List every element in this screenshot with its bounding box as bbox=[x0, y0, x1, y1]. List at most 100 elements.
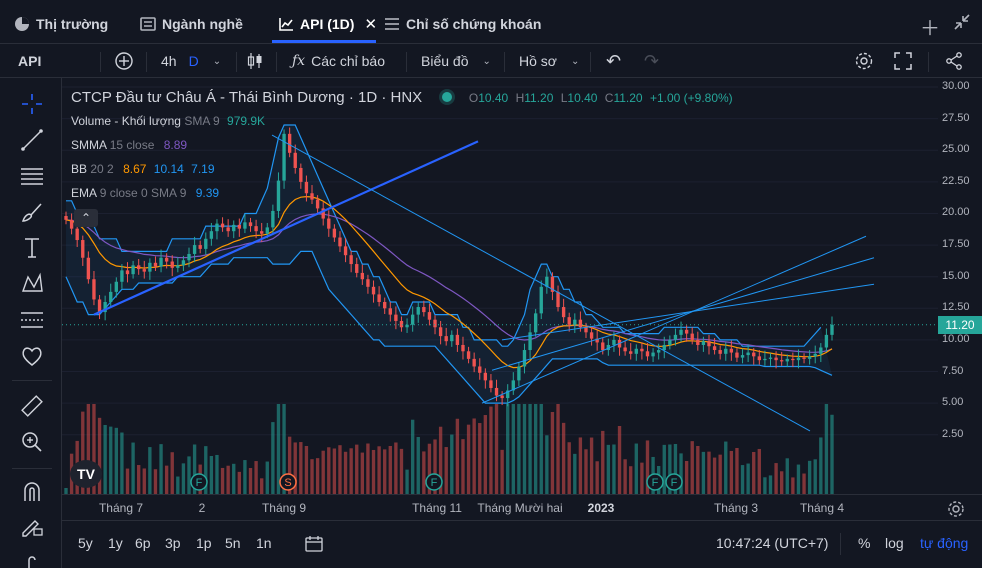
legend-bb[interactable]: BB 20 2 8.67 10.14 7.19 bbox=[71, 162, 215, 176]
legend-volume[interactable]: Volume - Khối lượng SMA 9 979.9K bbox=[71, 114, 265, 128]
volume-bar bbox=[142, 468, 146, 494]
candlestick-icon bbox=[247, 53, 262, 69]
collapse-icon[interactable] bbox=[952, 12, 972, 32]
close-icon[interactable]: ✕ bbox=[364, 15, 377, 33]
volume-bar bbox=[752, 452, 756, 494]
share-button[interactable] bbox=[944, 44, 964, 78]
candle bbox=[824, 334, 829, 348]
candle bbox=[433, 319, 437, 328]
price-chart[interactable]: FSFFF bbox=[62, 78, 938, 494]
brush-tool[interactable] bbox=[16, 198, 48, 226]
magnet-tool[interactable] bbox=[16, 478, 48, 506]
range-button-6p[interactable]: 6p bbox=[135, 535, 151, 551]
percent-scale-toggle[interactable]: % bbox=[858, 535, 870, 551]
chart-icon bbox=[279, 18, 293, 31]
indicators-button[interactable]: ƒx Các chỉ báo bbox=[292, 44, 385, 78]
more-tools[interactable] bbox=[16, 546, 48, 568]
horizontal-lines-tool[interactable] bbox=[16, 162, 48, 190]
candle bbox=[729, 348, 734, 353]
favorites-tool[interactable] bbox=[16, 342, 48, 370]
volume-bar bbox=[522, 404, 527, 494]
settings-button[interactable] bbox=[854, 44, 874, 78]
range-button-3p[interactable]: 3p bbox=[165, 535, 181, 551]
undo-button[interactable]: ↶ bbox=[606, 44, 621, 78]
text-tool[interactable] bbox=[16, 234, 48, 262]
time-axis[interactable]: Tháng 7 2 Tháng 9 Tháng 11 Tháng Mười hai 202… bbox=[62, 494, 982, 520]
candle bbox=[427, 312, 432, 320]
candle bbox=[114, 281, 118, 292]
profile-button[interactable]: Hồ sơ ⌄ bbox=[519, 44, 579, 78]
date-range-icon[interactable] bbox=[304, 535, 324, 553]
volume-bar bbox=[176, 476, 180, 494]
price-axis[interactable]: 30.00 27.50 25.00 22.50 20.00 17.50 15.00 12.50… bbox=[938, 78, 982, 494]
range-button-5n[interactable]: 5n bbox=[225, 535, 241, 551]
chevron-down-icon[interactable]: ⌄ bbox=[213, 56, 221, 67]
interval-4h[interactable]: 4h bbox=[161, 53, 177, 69]
range-button-1n[interactable]: 1n bbox=[256, 535, 272, 551]
tradingview-logo[interactable]: TV bbox=[70, 460, 102, 488]
candle bbox=[740, 355, 745, 358]
collapse-legend-button[interactable]: ⌃ bbox=[74, 209, 98, 227]
legend-ema[interactable]: EMA 9 close 0 SMA 9 9.39 bbox=[71, 186, 219, 200]
clock-display[interactable]: 10:47:24 (UTC+7) bbox=[716, 535, 828, 551]
chart-toolbar: API 4h D ⌄ ƒx Các chỉ báo Biểu đồ ⌄ Hồ s… bbox=[0, 44, 982, 78]
tab-industry[interactable]: Ngành nghề bbox=[140, 12, 243, 36]
volume-bar bbox=[232, 463, 236, 494]
candle bbox=[92, 279, 96, 300]
event-marker-label: F bbox=[652, 477, 659, 489]
volume-bar bbox=[511, 404, 515, 494]
volume-bar bbox=[567, 442, 571, 494]
candle bbox=[612, 339, 616, 345]
volume-bar bbox=[494, 404, 499, 494]
measure-tool[interactable] bbox=[16, 392, 48, 420]
redo-button[interactable]: ↷ bbox=[644, 44, 659, 78]
crosshair-tool[interactable] bbox=[16, 90, 48, 118]
pie-chart-icon bbox=[15, 17, 29, 31]
drawing-toolbar bbox=[0, 78, 62, 568]
fullscreen-button[interactable] bbox=[893, 44, 913, 78]
volume-bar bbox=[735, 448, 739, 494]
lock-drawings-tool[interactable] bbox=[16, 512, 48, 540]
tab-stock-index[interactable]: Chỉ số chứng khoán bbox=[384, 12, 541, 36]
price-tick-label: 30.00 bbox=[942, 80, 970, 93]
pattern-tool[interactable] bbox=[16, 270, 48, 298]
candle bbox=[310, 193, 314, 200]
volume-bar bbox=[120, 432, 124, 494]
interval-d[interactable]: D bbox=[189, 53, 199, 69]
add-tab-icon[interactable]: ＋ bbox=[920, 12, 940, 41]
range-button-1p[interactable]: 1p bbox=[196, 535, 212, 551]
candle bbox=[360, 272, 365, 280]
trendline-tool[interactable] bbox=[16, 126, 48, 154]
auto-scale-toggle[interactable]: tự động bbox=[920, 535, 968, 551]
candle bbox=[232, 224, 236, 232]
candle bbox=[254, 226, 258, 232]
volume-bar bbox=[343, 451, 348, 494]
candle bbox=[752, 352, 756, 357]
range-button-1y[interactable]: 1y bbox=[108, 535, 123, 551]
candle bbox=[517, 366, 521, 381]
volume-bar bbox=[220, 467, 225, 494]
chart-type-button[interactable]: Biểu đồ ⌄ bbox=[421, 44, 491, 78]
legend-smma[interactable]: SMMA 15 close 8.89 bbox=[71, 138, 187, 152]
compare-symbol-button[interactable] bbox=[114, 44, 134, 78]
gear-icon[interactable] bbox=[946, 499, 966, 519]
candles-button[interactable] bbox=[246, 44, 264, 78]
candle bbox=[796, 357, 801, 361]
log-scale-toggle[interactable]: log bbox=[885, 535, 904, 551]
forecast-tool[interactable] bbox=[16, 306, 48, 334]
candle bbox=[757, 356, 761, 361]
volume-bar bbox=[533, 404, 538, 494]
candle bbox=[701, 341, 706, 345]
interval-selector[interactable]: 4h D ⌄ bbox=[161, 44, 221, 78]
zoom-tool[interactable] bbox=[16, 428, 48, 456]
range-button-5y[interactable]: 5y bbox=[78, 535, 93, 551]
candle bbox=[763, 358, 767, 361]
tab-api-chart[interactable]: API (1D) ✕ bbox=[278, 12, 377, 36]
function-icon: ƒx bbox=[292, 53, 306, 69]
volume-bar bbox=[109, 426, 113, 494]
tab-market[interactable]: Thị trường bbox=[14, 12, 108, 36]
candle bbox=[802, 357, 806, 359]
volume-bar bbox=[405, 469, 409, 494]
chart-pane[interactable]: FSFFF CTCP Đầu tư Châu Á - Thái Bình Dươ… bbox=[62, 78, 938, 494]
symbol-search[interactable]: API bbox=[18, 44, 41, 78]
